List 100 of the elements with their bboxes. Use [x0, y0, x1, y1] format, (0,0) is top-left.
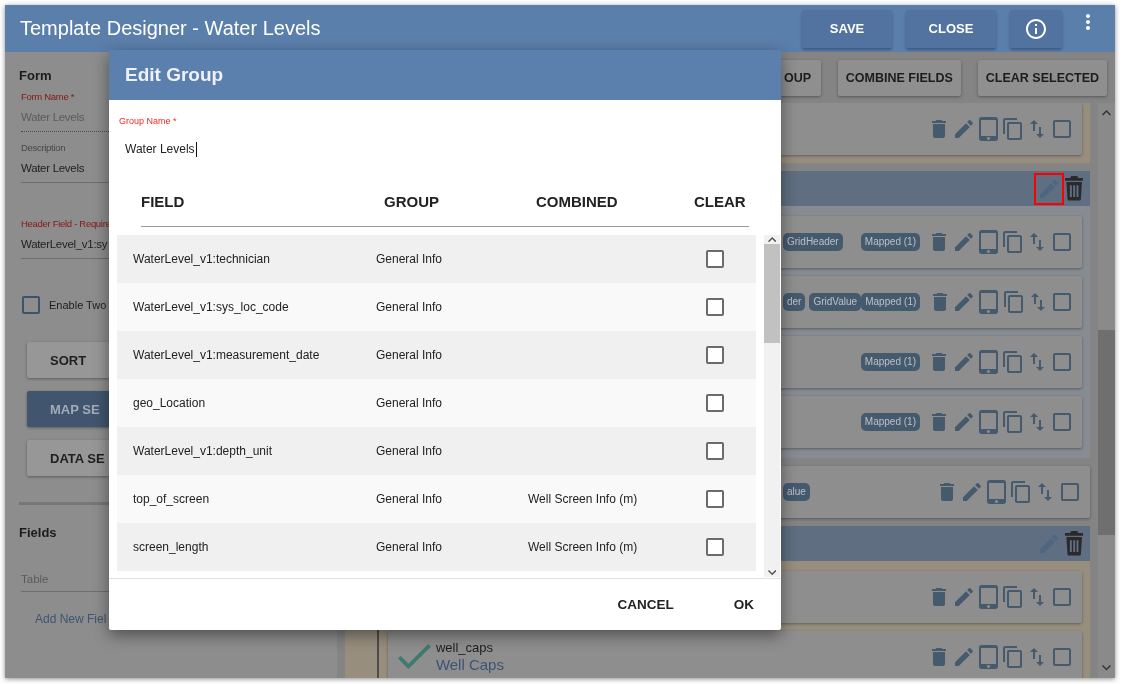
scrollbar-thumb[interactable]	[764, 244, 780, 343]
trash-icon[interactable]	[940, 483, 955, 501]
trash-icon[interactable]	[932, 233, 947, 251]
dialog-button[interactable]: CANCEL	[601, 589, 690, 620]
pencil-icon[interactable]	[954, 648, 973, 666]
trash-icon[interactable]	[932, 588, 947, 606]
field-label: Group Name *	[119, 115, 177, 127]
toolbar-button[interactable]: CLEAR SELECTED	[977, 59, 1107, 96]
trash-icon[interactable]	[932, 648, 947, 666]
mapped-tag: Mapped (1)	[860, 413, 920, 431]
pencil-icon[interactable]	[954, 353, 973, 371]
pencil-icon[interactable]	[955, 293, 974, 311]
checkbox[interactable]	[706, 490, 724, 508]
up-down-arrows-icon[interactable]	[1030, 413, 1045, 431]
panel-button[interactable]: DATA SE	[27, 440, 109, 476]
up-down-arrows-icon[interactable]	[1030, 233, 1045, 251]
checkbox[interactable]	[706, 250, 724, 268]
field-label: Header Field - Require	[21, 218, 111, 230]
chevron-up-icon[interactable]	[1102, 110, 1111, 116]
pencil-icon[interactable]	[954, 120, 973, 138]
checkbox[interactable]	[706, 346, 724, 364]
copy-icon[interactable]	[1003, 231, 1023, 253]
header-button[interactable]: SAVE	[802, 9, 892, 48]
tag: GridValue	[809, 293, 862, 311]
trash-icon[interactable]	[1064, 531, 1083, 556]
group-name: General Info	[376, 252, 443, 266]
more-menu-icon[interactable]	[1086, 14, 1090, 30]
checkbox[interactable]	[1052, 353, 1071, 371]
field-name: WaterLevel_v1:sys_loc_code	[133, 300, 289, 314]
field-label: Form Name *	[21, 91, 75, 103]
field-label: Well Caps	[435, 656, 504, 674]
pencil-icon[interactable]	[954, 413, 973, 431]
checkbox[interactable]	[706, 538, 724, 556]
up-down-arrows-icon[interactable]	[1030, 353, 1045, 371]
panel-button[interactable]: SORT	[27, 342, 109, 378]
pencil-icon[interactable]	[962, 483, 981, 501]
info-button[interactable]	[1010, 9, 1062, 48]
column-header: GROUP	[384, 192, 439, 212]
tablet-icon[interactable]	[978, 350, 998, 374]
pencil-icon[interactable]	[954, 588, 973, 606]
copy-icon[interactable]	[1011, 481, 1031, 503]
group-name: General Info	[376, 396, 443, 410]
checkbox[interactable]	[1053, 293, 1072, 311]
trash-icon[interactable]	[932, 413, 947, 431]
window-title: Template Designer - Water Levels	[20, 17, 321, 40]
checkbox[interactable]	[706, 298, 724, 316]
checkbox[interactable]	[1060, 483, 1079, 501]
section-heading: Form	[19, 69, 52, 83]
field-name: WaterLevel_v1:technician	[133, 252, 270, 266]
copy-icon[interactable]	[1003, 291, 1023, 313]
chevron-up-icon[interactable]	[767, 236, 777, 243]
panel-button[interactable]: MAP SE	[27, 391, 109, 427]
checkbox-label: Enable Two	[49, 299, 107, 311]
copy-icon[interactable]	[1003, 118, 1023, 140]
copy-icon[interactable]	[1003, 586, 1023, 608]
tablet-icon[interactable]	[978, 410, 998, 434]
trash-icon[interactable]	[932, 353, 947, 371]
up-down-arrows-icon[interactable]	[1030, 648, 1045, 666]
mapped-tag: Mapped (1)	[860, 353, 920, 371]
scrollbar-thumb[interactable]	[1098, 330, 1115, 535]
checkbox[interactable]	[706, 442, 724, 460]
field-name: WaterLevel_v1:depth_unit	[133, 444, 272, 458]
column-header: COMBINED	[536, 192, 618, 212]
up-down-arrows-icon[interactable]	[1038, 483, 1053, 501]
checkbox[interactable]	[1052, 233, 1071, 251]
copy-icon[interactable]	[1003, 646, 1023, 668]
checkbox[interactable]	[706, 394, 724, 412]
text-field[interactable]: Water Levels	[125, 140, 197, 158]
dialog-button[interactable]: OK	[717, 589, 770, 620]
checkbox[interactable]	[22, 296, 40, 314]
checkbox[interactable]	[1052, 648, 1071, 666]
toolbar-button[interactable]: COMBINE FIELDS	[837, 59, 961, 96]
field-name: WaterLevel_v1:measurement_date	[133, 348, 320, 362]
toolbar-button[interactable]: OUP	[781, 59, 821, 96]
tablet-icon[interactable]	[978, 230, 998, 254]
copy-icon[interactable]	[1003, 351, 1023, 373]
info-icon	[1026, 18, 1046, 39]
checkbox[interactable]	[1052, 120, 1071, 138]
header-button[interactable]: CLOSE	[906, 9, 996, 48]
tablet-icon[interactable]	[978, 585, 998, 609]
trash-icon[interactable]	[932, 120, 947, 138]
column-header: CLEAR	[694, 192, 746, 212]
combined-group: Well Screen Info (m)	[528, 492, 638, 506]
tablet-icon[interactable]	[978, 117, 998, 141]
up-down-arrows-icon[interactable]	[1030, 293, 1045, 311]
copy-icon[interactable]	[1003, 411, 1023, 433]
checkbox[interactable]	[1052, 413, 1071, 431]
pencil-icon[interactable]	[954, 233, 973, 251]
tablet-icon[interactable]	[979, 290, 999, 314]
trash-icon[interactable]	[932, 293, 947, 311]
up-down-arrows-icon[interactable]	[1030, 588, 1045, 606]
tablet-icon[interactable]	[986, 480, 1006, 504]
chevron-down-icon[interactable]	[767, 569, 777, 576]
group-name: General Info	[376, 540, 443, 554]
group-name: General Info	[376, 444, 443, 458]
checkbox[interactable]	[1052, 588, 1071, 606]
tablet-icon[interactable]	[978, 645, 998, 669]
chevron-down-icon[interactable]	[1102, 665, 1111, 671]
up-down-arrows-icon[interactable]	[1030, 120, 1045, 138]
trash-icon[interactable]	[1064, 176, 1083, 201]
